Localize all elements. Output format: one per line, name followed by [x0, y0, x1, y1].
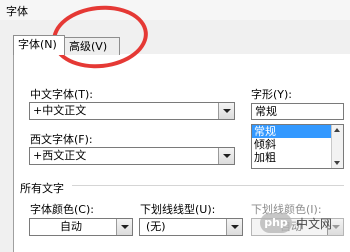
font-style-option-bold[interactable]: 加粗: [252, 151, 343, 164]
tab-font[interactable]: 字体(N): [13, 35, 65, 55]
title-bar: 字体: [0, 0, 350, 20]
western-font-combo[interactable]: +西文正文: [29, 147, 235, 165]
font-style-scrollbar[interactable]: [331, 125, 343, 168]
chevron-down-icon[interactable]: [218, 103, 234, 119]
group-divider: [72, 185, 344, 186]
scroll-up-arrow-icon[interactable]: [332, 125, 343, 135]
chevron-down-icon[interactable]: [116, 219, 132, 235]
font-style-option-regular[interactable]: 常规: [252, 125, 343, 138]
western-font-value: +西文正文: [33, 149, 87, 162]
dialog-title: 字体: [6, 5, 28, 18]
font-style-option-italic[interactable]: 倾斜: [252, 138, 343, 151]
chinese-font-combo[interactable]: +中文正文: [29, 102, 235, 120]
chinese-font-value: +中文正文: [33, 104, 87, 117]
font-color-combo[interactable]: 自动: [29, 218, 133, 236]
chevron-down-icon[interactable]: [218, 148, 234, 164]
tab-advanced[interactable]: 高级(V): [64, 37, 120, 55]
underline-type-label: 下划线线型(U):: [140, 203, 216, 216]
underline-type-combo[interactable]: (无): [139, 218, 243, 236]
scroll-down-arrow-icon[interactable]: [332, 158, 343, 168]
font-style-input[interactable]: 常规: [251, 103, 344, 120]
western-font-label: 西文字体(F):: [30, 133, 93, 146]
all-text-heading: 所有文字: [20, 182, 64, 195]
font-style-list[interactable]: 常规 倾斜 加粗: [251, 124, 344, 169]
watermark-text: 中文网: [296, 217, 333, 231]
font-style-label: 字形(Y):: [251, 88, 293, 101]
underline-type-value: (无): [146, 220, 166, 233]
font-color-label: 字体颜色(C):: [30, 203, 94, 216]
php-logo-icon: php: [260, 213, 292, 233]
chevron-down-icon[interactable]: [226, 219, 242, 235]
chinese-font-label: 中文字体(T):: [30, 88, 94, 101]
font-color-value: 自动: [60, 220, 82, 233]
watermark: php 中文网: [260, 210, 348, 236]
